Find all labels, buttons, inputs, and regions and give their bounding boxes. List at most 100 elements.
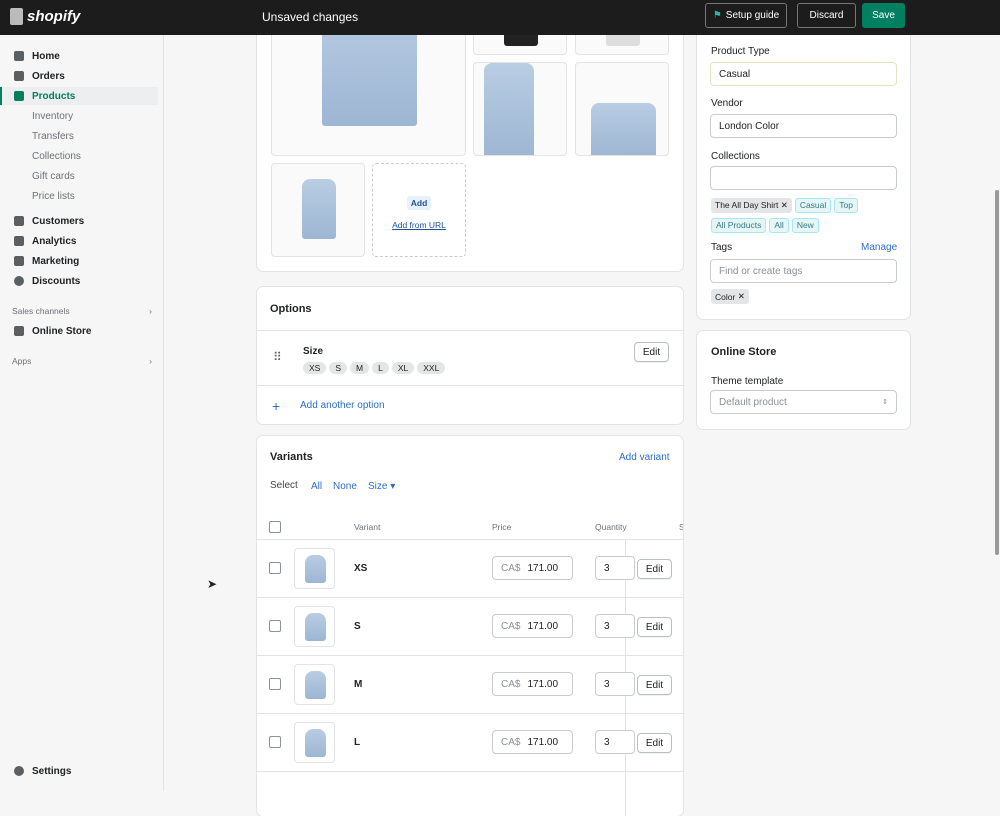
scrollbar[interactable]: [995, 190, 999, 555]
edit-variant-button[interactable]: Edit: [637, 617, 672, 637]
variant-quantity-input[interactable]: 3: [595, 614, 635, 638]
currency-prefix: CA$: [501, 678, 521, 690]
collection-suggestion[interactable]: Top: [834, 197, 858, 213]
sidebar-item-customers[interactable]: Customers: [0, 212, 158, 230]
flag-icon: ⚑: [712, 10, 722, 21]
variant-row[interactable]: L CA$ 171.00 3 Edit: [257, 713, 683, 771]
sidebar-item-online-store[interactable]: Online Store: [0, 322, 158, 340]
option-value: XS: [303, 362, 327, 374]
nav-label: Settings: [32, 765, 72, 777]
product-image[interactable]: [271, 163, 365, 257]
sales-channels-header[interactable]: Sales channels ›: [12, 306, 152, 316]
variant-price-input[interactable]: CA$ 171.00: [492, 730, 573, 754]
product-image[interactable]: [575, 62, 669, 156]
shopify-logo[interactable]: shopify: [10, 8, 80, 25]
variants-card: Variants Add variant Select All None Siz…: [257, 436, 683, 816]
sidebar-item-discounts[interactable]: Discounts: [0, 272, 158, 290]
add-variant-link[interactable]: Add variant: [619, 452, 670, 463]
sidebar-item-marketing[interactable]: Marketing: [0, 252, 158, 270]
variant-image[interactable]: [294, 722, 335, 763]
edit-variant-button[interactable]: Edit: [637, 733, 672, 753]
variant-checkbox[interactable]: [269, 620, 281, 632]
inbox-icon: [14, 71, 24, 81]
variant-row[interactable]: M CA$ 171.00 3 Edit: [257, 655, 683, 713]
plus-icon: +: [272, 398, 281, 414]
variant-row[interactable]: [257, 771, 683, 816]
select-none-link[interactable]: None: [333, 481, 357, 492]
setup-guide-label: Setup guide: [725, 10, 780, 21]
size-label: Size: [368, 481, 388, 492]
collection-suggestion[interactable]: All Products: [711, 217, 767, 233]
variant-name: S: [354, 621, 361, 632]
variant-price-input[interactable]: CA$ 171.00: [492, 614, 573, 638]
sidebar-subitem-inventory[interactable]: Inventory: [32, 111, 73, 122]
sidebar-item-home[interactable]: Home: [0, 47, 158, 65]
collections-input[interactable]: [710, 166, 897, 190]
sidebar-subitem-transfers[interactable]: Transfers: [32, 131, 74, 142]
collection-suggestion[interactable]: New: [791, 217, 819, 233]
variant-price-input[interactable]: CA$ 171.00: [492, 672, 573, 696]
select-size-dropdown[interactable]: Size ▾: [368, 481, 395, 492]
price-value: 171.00: [527, 620, 559, 632]
collection-suggestion[interactable]: All: [769, 217, 789, 233]
variant-image[interactable]: [294, 664, 335, 705]
theme-template-select[interactable]: Default product ⇕: [710, 390, 897, 414]
sidebar-item-products[interactable]: Products: [0, 87, 158, 105]
nav-label: Online Store: [32, 325, 92, 337]
add-from-url-link[interactable]: Add from URL: [373, 220, 465, 230]
price-value: 171.00: [527, 736, 559, 748]
add-media-dropzone[interactable]: Add Add from URL: [372, 163, 466, 257]
options-card: Options ⠿ Size XS S M L XL XXL Edit + Add ano…: [257, 287, 683, 424]
collection-tag: The All Day Shirt ✕: [711, 195, 792, 215]
vendor-label: Vendor: [711, 98, 743, 109]
variant-quantity-input[interactable]: 3: [595, 730, 635, 754]
variant-image[interactable]: [294, 606, 335, 647]
variant-checkbox[interactable]: [269, 678, 281, 690]
nav-label: Products: [32, 90, 76, 102]
apps-header[interactable]: Apps ›: [12, 356, 152, 366]
discount-icon: [14, 276, 24, 286]
save-button[interactable]: Save: [862, 3, 905, 28]
variant-row[interactable]: S CA$ 171.00 3 Edit: [257, 597, 683, 655]
collection-suggestion[interactable]: Casual: [794, 197, 832, 213]
select-all-checkbox[interactable]: [269, 521, 281, 533]
variant-row[interactable]: XS CA$ 171.00 3 Edit: [257, 539, 683, 597]
tag-label: Color: [715, 291, 736, 302]
sidebar-subitem-collections[interactable]: Collections: [32, 151, 81, 162]
option-name: Size: [303, 346, 324, 357]
sidebar-subitem-gift-cards[interactable]: Gift cards: [32, 171, 75, 182]
sidebar-item-orders[interactable]: Orders: [0, 67, 158, 85]
gear-icon: [14, 766, 24, 776]
variant-checkbox[interactable]: [269, 736, 281, 748]
theme-template-value: Default product: [719, 396, 787, 408]
vendor-input[interactable]: London Color: [710, 114, 897, 138]
variant-quantity-input[interactable]: 3: [595, 672, 635, 696]
discard-button[interactable]: Discard: [797, 3, 856, 28]
product-type-input[interactable]: Casual: [710, 62, 897, 86]
sidebar-item-settings[interactable]: Settings: [0, 762, 158, 780]
sidebar-item-analytics[interactable]: Analytics: [0, 232, 158, 250]
edit-variant-button[interactable]: Edit: [637, 559, 672, 579]
home-icon: [14, 51, 24, 61]
edit-variant-button[interactable]: Edit: [637, 675, 672, 695]
tags-input[interactable]: Find or create tags: [710, 259, 897, 283]
close-icon[interactable]: ✕: [738, 291, 745, 302]
theme-template-label: Theme template: [711, 376, 784, 387]
variant-price-input[interactable]: CA$ 171.00: [492, 556, 573, 580]
select-all-link[interactable]: All: [311, 481, 322, 492]
add-media-button[interactable]: Add: [406, 196, 432, 210]
close-icon[interactable]: ✕: [781, 195, 788, 215]
add-another-option-link[interactable]: Add another option: [300, 400, 385, 411]
organization-card: Product Type Casual Vendor London Color …: [697, 0, 910, 319]
drag-handle-icon[interactable]: ⠿: [273, 350, 282, 364]
select-label: Select: [270, 480, 298, 491]
manage-tags-link[interactable]: Manage: [861, 242, 897, 253]
variant-checkbox[interactable]: [269, 562, 281, 574]
edit-option-button[interactable]: Edit: [634, 342, 669, 362]
variant-quantity-input[interactable]: 3: [595, 556, 635, 580]
setup-guide-button[interactable]: ⚑ Setup guide: [705, 3, 787, 28]
variant-image[interactable]: [294, 548, 335, 589]
chevron-right-icon: ›: [149, 306, 152, 316]
product-image[interactable]: [473, 62, 567, 156]
sidebar-subitem-price-lists[interactable]: Price lists: [32, 191, 75, 202]
